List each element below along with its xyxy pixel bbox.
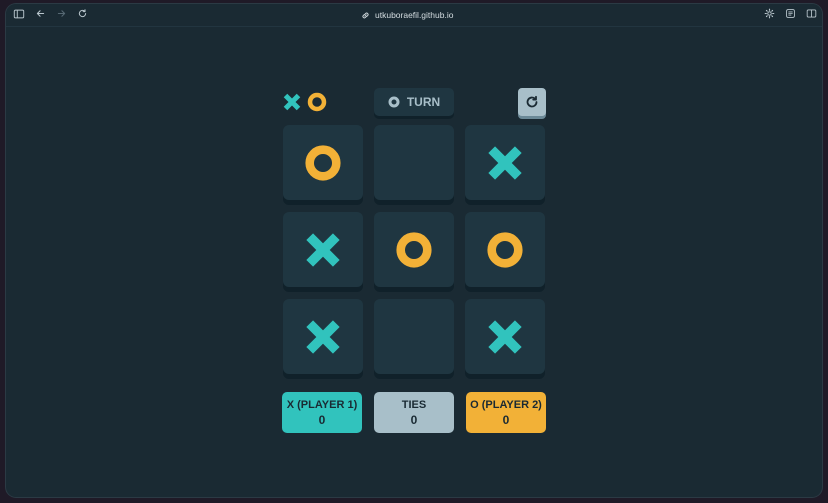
board-cell-9[interactable] [465, 299, 545, 374]
board-cell-8[interactable] [374, 299, 454, 374]
reader-mode-icon[interactable] [783, 8, 797, 22]
link-icon [362, 12, 369, 18]
score-o-value: 0 [502, 412, 510, 427]
x-mark-icon [488, 145, 522, 180]
logo-x-icon [283, 93, 301, 111]
board-cell-6[interactable] [465, 212, 545, 287]
x-mark-icon [488, 319, 522, 354]
address-bar[interactable]: utkuboraefil.github.io [361, 8, 453, 22]
score-o-player2: O (PLAYER 2) 0 [466, 392, 546, 433]
board-cell-3[interactable] [465, 125, 545, 200]
board-cell-5[interactable] [374, 212, 454, 287]
score-o-label: O (PLAYER 2) [470, 398, 542, 411]
score-x-label: X (PLAYER 1) [286, 398, 358, 411]
x-mark-icon [306, 319, 340, 354]
o-mark-icon [396, 231, 432, 268]
score-ties-value: 0 [410, 412, 418, 427]
reload-icon[interactable] [75, 8, 89, 22]
restart-button[interactable] [518, 88, 546, 116]
back-arrow-icon[interactable] [33, 8, 47, 22]
score-x-player1: X (PLAYER 1) 0 [282, 392, 362, 433]
split-view-icon[interactable] [804, 8, 818, 22]
forward-arrow-icon[interactable] [54, 8, 68, 22]
turn-indicator: TURN [374, 88, 454, 116]
board-cell-4[interactable] [283, 212, 363, 287]
browser-window: utkuboraefil.github.io TURN X (PLAYER 1)… [6, 4, 822, 497]
game-logo [283, 92, 327, 112]
o-mark-icon [487, 231, 523, 268]
board-cell-7[interactable] [283, 299, 363, 374]
score-x-value: 0 [318, 412, 326, 427]
o-mark-icon [305, 144, 341, 181]
score-ties: TIES 0 [374, 392, 454, 433]
board-cell-2[interactable] [374, 125, 454, 200]
sidebar-toggle-icon[interactable] [12, 8, 26, 22]
browser-toolbar: utkuboraefil.github.io [6, 4, 822, 27]
board-cell-1[interactable] [283, 125, 363, 200]
score-ties-label: TIES [401, 398, 427, 411]
restart-icon [526, 95, 538, 108]
turn-label: TURN [406, 95, 441, 109]
game-board [283, 125, 546, 374]
o-turn-icon [388, 96, 400, 108]
x-mark-icon [306, 232, 340, 267]
settings-gear-icon[interactable] [762, 8, 776, 22]
logo-o-icon [307, 92, 327, 112]
url-text: utkuboraefil.github.io [375, 10, 454, 20]
